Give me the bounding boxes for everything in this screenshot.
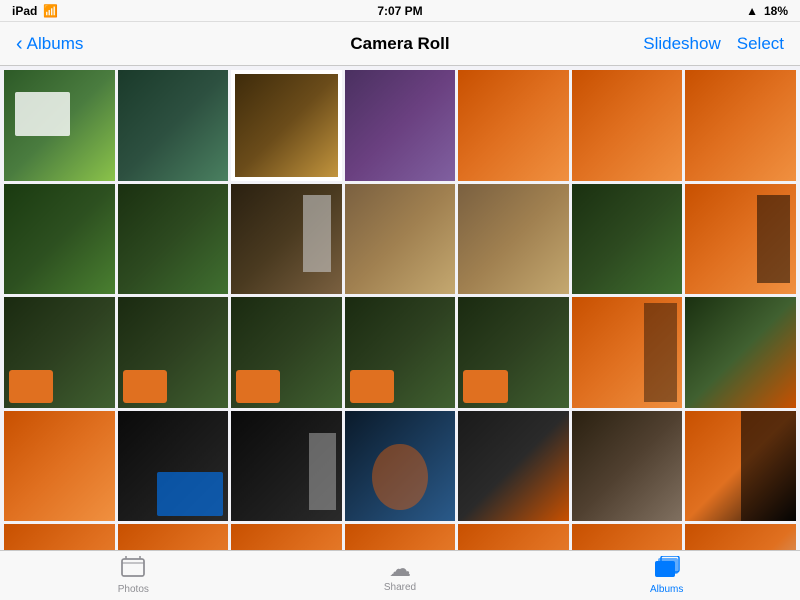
photo-grid <box>4 70 796 550</box>
photo-cell-23[interactable] <box>118 411 229 522</box>
photo-cell-17[interactable] <box>231 297 342 408</box>
nav-bar: ‹ Albums Camera Roll Slideshow Select <box>0 22 800 66</box>
photo-cell-35[interactable] <box>685 524 796 550</box>
battery-label: 18% <box>764 4 788 18</box>
photo-grid-container[interactable] <box>0 66 800 550</box>
photo-cell-29[interactable] <box>4 524 115 550</box>
wifi-icon: 📶 <box>43 4 58 18</box>
select-button[interactable]: Select <box>737 34 784 54</box>
photo-cell-26[interactable] <box>458 411 569 522</box>
photos-icon <box>121 556 145 582</box>
photo-cell-9[interactable] <box>118 184 229 295</box>
status-right: ▲ 18% <box>746 4 788 18</box>
photo-cell-20[interactable] <box>572 297 683 408</box>
tab-albums[interactable]: Albums <box>533 551 800 600</box>
tab-shared[interactable]: ☁ Shared <box>267 551 534 600</box>
photo-cell-15[interactable] <box>4 297 115 408</box>
carrier-label: iPad <box>12 4 37 18</box>
nav-actions: Slideshow Select <box>643 34 784 54</box>
photo-cell-19[interactable] <box>458 297 569 408</box>
photo-cell-5[interactable] <box>458 70 569 181</box>
slideshow-button[interactable]: Slideshow <box>643 34 721 54</box>
signal-icon: ▲ <box>746 4 758 18</box>
tab-photos-label: Photos <box>118 584 149 595</box>
photo-cell-18[interactable] <box>345 297 456 408</box>
tab-shared-label: Shared <box>384 582 416 593</box>
back-button[interactable]: ‹ Albums <box>16 34 83 54</box>
tab-albums-label: Albums <box>650 584 683 595</box>
photo-cell-25[interactable] <box>345 411 456 522</box>
status-time: 7:07 PM <box>377 4 422 18</box>
photo-cell-11[interactable] <box>345 184 456 295</box>
photo-cell-31[interactable] <box>231 524 342 550</box>
photo-cell-28[interactable] <box>685 411 796 522</box>
photo-cell-3[interactable] <box>231 70 342 181</box>
back-label: Albums <box>27 34 84 54</box>
status-bar: iPad 📶 7:07 PM ▲ 18% <box>0 0 800 22</box>
photo-cell-32[interactable] <box>345 524 456 550</box>
photo-cell-4[interactable] <box>345 70 456 181</box>
photo-cell-22[interactable] <box>4 411 115 522</box>
photo-cell-12[interactable] <box>458 184 569 295</box>
photo-cell-14[interactable] <box>685 184 796 295</box>
photo-cell-27[interactable] <box>572 411 683 522</box>
photo-cell-30[interactable] <box>118 524 229 550</box>
photo-cell-1[interactable] <box>4 70 115 181</box>
photo-cell-13[interactable] <box>572 184 683 295</box>
photo-cell-34[interactable] <box>572 524 683 550</box>
photo-cell-10[interactable] <box>231 184 342 295</box>
albums-icon <box>654 556 680 582</box>
photo-cell-21[interactable] <box>685 297 796 408</box>
photo-cell-16[interactable] <box>118 297 229 408</box>
back-chevron-icon: ‹ <box>16 34 23 54</box>
tab-photos[interactable]: Photos <box>0 551 267 600</box>
photo-cell-33[interactable] <box>458 524 569 550</box>
photo-cell-24[interactable] <box>231 411 342 522</box>
photo-cell-7[interactable] <box>685 70 796 181</box>
status-left: iPad 📶 <box>12 4 58 18</box>
shared-icon: ☁ <box>389 558 411 580</box>
page-title: Camera Roll <box>350 34 449 54</box>
photo-cell-6[interactable] <box>572 70 683 181</box>
photo-cell-8[interactable] <box>4 184 115 295</box>
tab-bar: Photos ☁ Shared Albums <box>0 550 800 600</box>
photo-cell-2[interactable] <box>118 70 229 181</box>
